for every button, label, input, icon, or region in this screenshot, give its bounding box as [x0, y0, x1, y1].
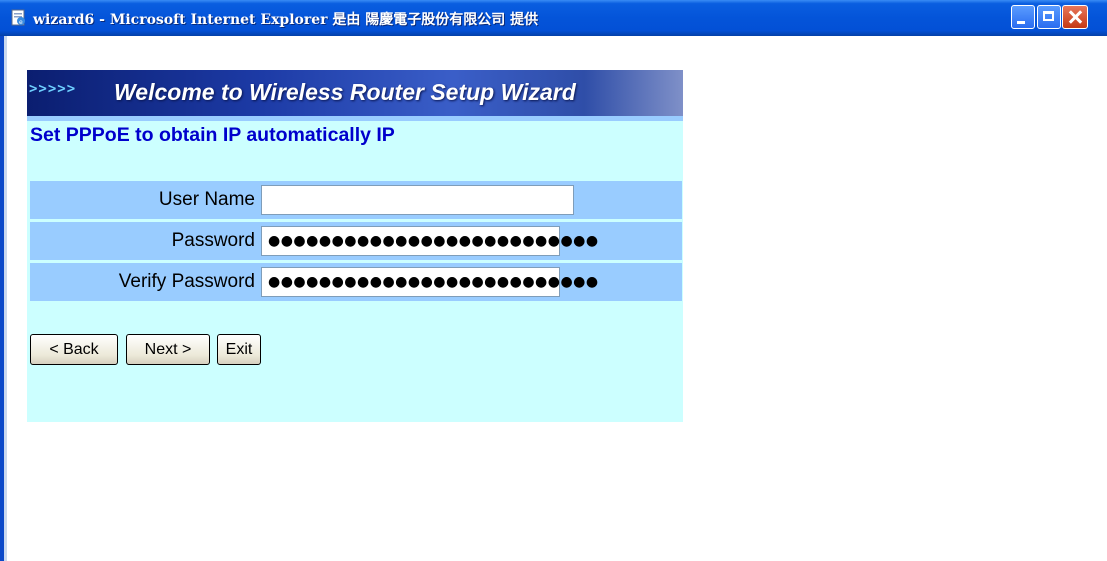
- minimize-icon[interactable]: [1011, 5, 1035, 29]
- back-button[interactable]: < Back: [30, 334, 118, 365]
- next-button[interactable]: Next >: [126, 334, 210, 365]
- window-titlebar[interactable]: e wizard6 - Microsoft Internet Explorer …: [0, 0, 1107, 36]
- banner-arrows: >>>>>: [29, 81, 77, 97]
- panel-divider: [27, 116, 683, 121]
- username-label: User Name: [158, 189, 255, 210]
- ie-page-icon: e: [11, 9, 25, 26]
- wizard-banner: >>>>> Welcome to Wireless Router Setup W…: [27, 70, 683, 116]
- verify-password-label: Verify Password: [118, 271, 255, 292]
- password-input[interactable]: ●●●●●●●●●●●●●●●●●●●●●●●●●●: [261, 226, 598, 256]
- form-row-password: Password ●●●●●●●●●●●●●●●●●●●●●●●●●●: [30, 222, 682, 260]
- maximize-icon[interactable]: [1037, 5, 1061, 29]
- banner-title: Welcome to Wireless Router Setup Wizard: [114, 79, 576, 105]
- window-left-border-inner: [4, 36, 7, 561]
- form-row-username: User Name: [30, 181, 682, 219]
- page-heading: Set PPPoE to obtain IP automatically IP: [30, 124, 395, 146]
- verify-password-input[interactable]: ●●●●●●●●●●●●●●●●●●●●●●●●●●: [261, 267, 598, 297]
- form-row-verify-password: Verify Password ●●●●●●●●●●●●●●●●●●●●●●●●…: [30, 263, 682, 301]
- password-label: Password: [171, 230, 255, 251]
- window-title: wizard6 - Microsoft Internet Explorer 是由…: [33, 12, 539, 28]
- close-icon[interactable]: [1062, 5, 1088, 29]
- username-input[interactable]: [261, 185, 574, 215]
- exit-button[interactable]: Exit: [217, 334, 261, 365]
- svg-text:e: e: [19, 19, 23, 26]
